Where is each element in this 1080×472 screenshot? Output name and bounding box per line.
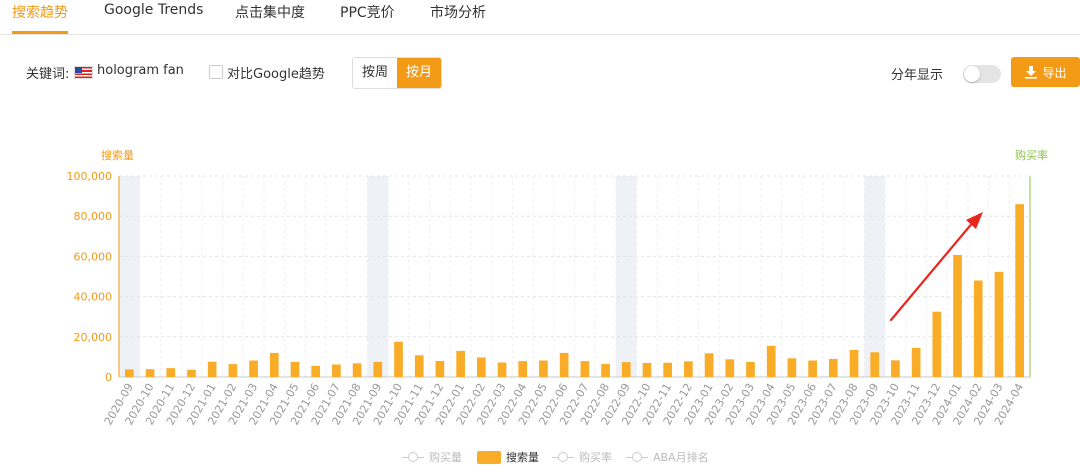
y-tick-label: 60,000	[74, 250, 113, 263]
bar	[290, 361, 300, 377]
bar	[704, 353, 714, 377]
highlight-band	[615, 176, 637, 377]
highlight-band	[119, 176, 140, 377]
bar	[870, 352, 880, 377]
bar	[332, 364, 341, 377]
bar	[808, 360, 817, 377]
y-tick-label: 100,000	[67, 170, 113, 183]
tab-click-concentration[interactable]: 点击集中度	[235, 2, 305, 22]
left-axis-title: 搜索量	[101, 148, 134, 162]
legend-item[interactable]: 购买率	[552, 448, 612, 466]
bar	[973, 280, 983, 377]
bar	[642, 362, 652, 377]
bar	[932, 311, 942, 377]
compare-google-label[interactable]: 对比Google趋势	[227, 63, 325, 82]
tab-search-trends[interactable]: 搜索趋势	[12, 2, 68, 22]
tab-market-analysis[interactable]: 市场分析	[430, 2, 486, 22]
y-tick-label: 40,000	[74, 291, 113, 304]
toggle-knob	[964, 66, 980, 82]
us-flag-icon	[74, 66, 93, 79]
bar	[580, 361, 590, 377]
bar	[435, 360, 445, 377]
legend-label: ABA月排名	[653, 451, 709, 464]
active-tab-indicator	[12, 31, 68, 34]
bar	[601, 363, 610, 377]
bar	[394, 341, 403, 377]
bar	[746, 361, 755, 377]
right-axis-title: 购买率	[1015, 148, 1048, 162]
bar	[352, 363, 362, 377]
bar	[187, 369, 196, 377]
download-icon	[1025, 66, 1038, 79]
bar	[269, 352, 279, 377]
bar	[559, 352, 569, 377]
legend-bar-symbol	[477, 450, 501, 464]
y-tick-label: 0	[105, 371, 112, 384]
bar	[539, 360, 548, 377]
by-month-button[interactable]: 按月	[397, 58, 441, 88]
year-split-label: 分年显示	[891, 68, 944, 83]
legend-label: 购买量	[429, 451, 462, 464]
year-split-toggle[interactable]	[963, 65, 1001, 83]
legend-line-symbol	[552, 452, 574, 462]
bar	[684, 361, 693, 377]
bar	[891, 360, 900, 377]
tab-ppc-bidding[interactable]: PPC竞价	[340, 2, 395, 22]
bar	[787, 358, 797, 377]
bar	[663, 362, 673, 377]
bar	[828, 358, 838, 377]
period-toggle: 按周 按月	[352, 57, 442, 89]
search-volume-chart: 020,00040,00060,00080,000100,000搜索量 购买率20…	[67, 148, 1049, 427]
bar	[249, 360, 258, 377]
highlight-band	[367, 176, 389, 377]
tab-bar: 搜索趋势 Google Trends 点击集中度 PPC竞价 市场分析	[0, 0, 1080, 35]
by-week-button[interactable]: 按周	[353, 58, 397, 88]
bar	[518, 361, 528, 377]
bar	[125, 369, 134, 377]
bar	[228, 364, 238, 377]
keyword-label: 关键词:	[26, 67, 70, 82]
bar	[953, 254, 962, 377]
legend-line-symbol	[626, 452, 648, 462]
bar	[621, 362, 631, 377]
bar	[725, 359, 735, 377]
legend-label: 搜索量	[506, 451, 539, 464]
chart-legend: 购买量 搜索量 购买率 ABA月排名	[0, 448, 1080, 466]
legend-item[interactable]: ABA月排名	[626, 448, 709, 466]
legend-label: 购买率	[579, 451, 612, 464]
bar	[166, 368, 176, 377]
export-label: 导出	[1042, 65, 1067, 80]
highlight-band	[864, 176, 886, 377]
bar	[766, 345, 776, 377]
bar	[456, 350, 465, 377]
legend-item[interactable]: 购买量	[402, 448, 462, 466]
keyword-value: hologram fan	[97, 63, 184, 78]
bar	[849, 349, 859, 377]
bar	[207, 361, 217, 377]
legend-line-symbol	[402, 452, 424, 462]
bar	[311, 365, 321, 377]
tab-google-trends[interactable]: Google Trends	[104, 2, 203, 18]
y-tick-label: 20,000	[74, 331, 113, 344]
bar	[414, 355, 424, 377]
y-tick-label: 80,000	[74, 210, 113, 223]
bar	[373, 361, 383, 377]
bar	[911, 347, 921, 377]
bar	[476, 357, 486, 377]
bar	[497, 362, 507, 377]
compare-google-checkbox[interactable]	[209, 65, 223, 79]
bar	[145, 369, 155, 377]
legend-item[interactable]: 搜索量	[477, 448, 539, 466]
bar	[994, 271, 1004, 377]
bar	[1015, 204, 1024, 377]
export-button[interactable]: 导出	[1011, 57, 1080, 87]
